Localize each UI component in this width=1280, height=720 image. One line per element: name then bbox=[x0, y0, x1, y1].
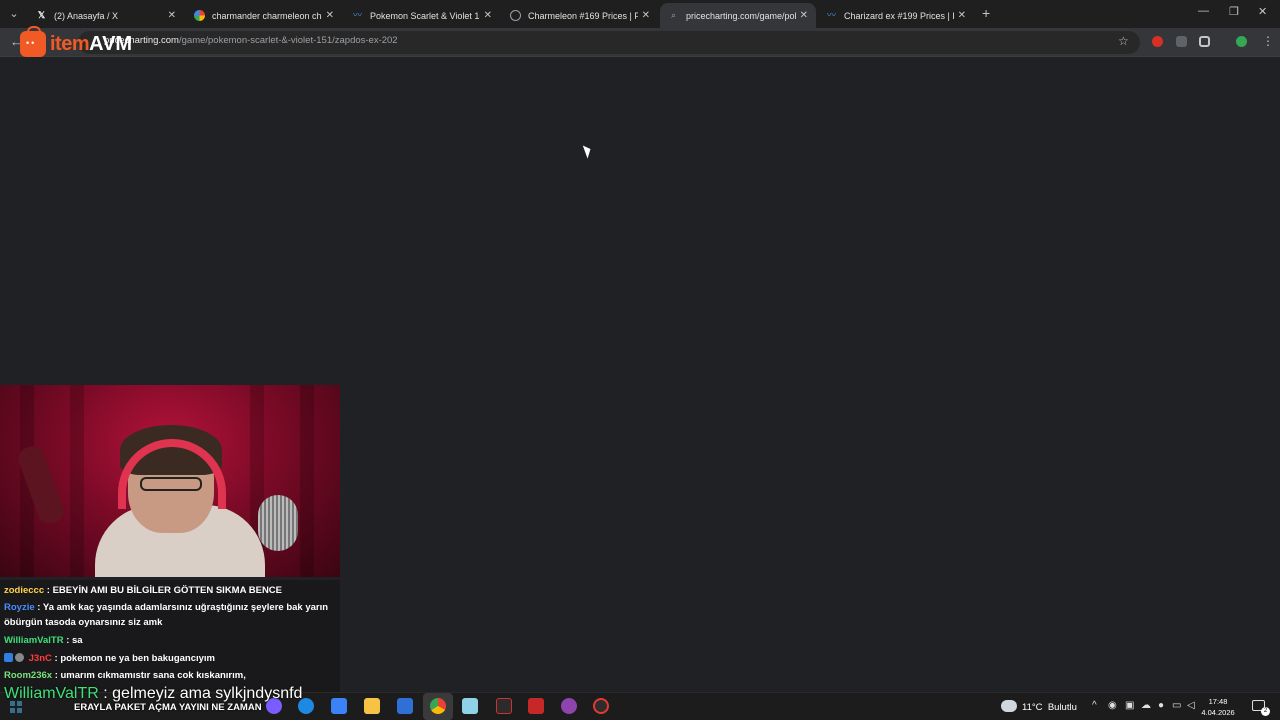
notification-count: 2 bbox=[1261, 707, 1270, 716]
chat-username: Royzie bbox=[4, 602, 35, 613]
weather-temp: 11°C bbox=[1022, 702, 1043, 713]
windows-start-icon[interactable] bbox=[10, 701, 22, 713]
network-icon[interactable]: ▭ bbox=[1172, 700, 1181, 711]
chat-text: : sa bbox=[63, 635, 83, 646]
chat-message: zodieccc : EBEYİN AMI BU BİLGİLER GÖTTEN… bbox=[4, 583, 336, 598]
chat-text: : pokemon ne ya ben bakugancıyım bbox=[51, 653, 216, 664]
cloud-icon bbox=[1001, 700, 1017, 712]
browser-tab-strip: ⌄ 𝕏 (2) Anasayfa / X ✕ charmander charme… bbox=[0, 0, 1280, 28]
google-icon bbox=[194, 10, 205, 21]
globe-icon bbox=[510, 10, 521, 21]
discord-icon[interactable] bbox=[561, 698, 577, 714]
chat-username: J3nC bbox=[28, 653, 52, 664]
chat-last-line: ERAYLA PAKET AÇMA YAYINI NE ZAMAN bbox=[74, 702, 262, 713]
tab-title: Charizard ex #199 Prices | Poke bbox=[844, 10, 954, 21]
pricecharting-icon: 〰 bbox=[352, 10, 362, 20]
chat-text: : umarım cıkmamıstır sana cok kıskanırım… bbox=[52, 670, 246, 681]
chat-message: Royzie : Ya amk kaç yaşında adamlarsınız… bbox=[4, 600, 336, 630]
chat-username: zodieccc bbox=[4, 585, 45, 596]
file-explorer-icon[interactable] bbox=[364, 698, 380, 714]
url-text[interactable]: pricecharting.com/game/pokemon-scarlet-&… bbox=[104, 35, 398, 46]
extension-red-icon[interactable] bbox=[1152, 36, 1163, 47]
page-icon: ⌕ bbox=[670, 10, 677, 20]
minimize-icon[interactable]: — bbox=[1198, 5, 1209, 17]
badge-gray-icon bbox=[15, 653, 24, 662]
close-icon[interactable]: ✕ bbox=[796, 10, 808, 21]
tab-active-pricecharting[interactable]: ⌕ pricecharting.com/game/poke ✕ bbox=[660, 3, 816, 28]
chat-message: Room236x : umarım cıkmamıstır sana cok k… bbox=[4, 668, 336, 683]
chat-message: WilliamValTR : sa bbox=[4, 633, 336, 648]
mail-icon[interactable] bbox=[397, 698, 413, 714]
profile-avatar-icon[interactable] bbox=[1236, 36, 1247, 47]
shopping-bag-icon bbox=[20, 26, 46, 57]
tab-charmeleon[interactable]: Charmeleon #169 Prices | Poke ✕ bbox=[502, 3, 658, 28]
tab-x[interactable]: 𝕏 (2) Anasayfa / X ✕ bbox=[28, 3, 184, 28]
clock-time: 17:48 bbox=[1208, 697, 1228, 706]
close-icon[interactable]: ✕ bbox=[638, 10, 650, 21]
chat-username: WilliamValTR bbox=[4, 635, 64, 646]
weather-condition: Bulutlu bbox=[1047, 702, 1077, 713]
tab-title: (2) Anasayfa / X bbox=[54, 10, 119, 21]
app-icon-video[interactable] bbox=[528, 698, 544, 714]
chat-username: Room236x bbox=[4, 670, 53, 681]
chrome-icon[interactable] bbox=[430, 698, 446, 714]
itemavm-logo: itemAVM bbox=[20, 26, 133, 60]
chevron-up-icon[interactable]: ^ bbox=[1092, 700, 1097, 711]
close-icon[interactable]: ✕ bbox=[164, 10, 176, 21]
app-icon-red[interactable] bbox=[496, 698, 512, 714]
chat-username: WilliamValTR bbox=[4, 685, 99, 702]
microphone-icon[interactable]: ● bbox=[1158, 700, 1164, 711]
tab-charizard[interactable]: 〰 Charizard ex #199 Prices | Poke ✕ bbox=[818, 3, 974, 28]
chat-text: : gelmeyiz ama sylkjndysnfd bbox=[98, 685, 303, 702]
menu-dots-icon[interactable]: ⋮ bbox=[1262, 34, 1274, 48]
close-icon[interactable]: ✕ bbox=[480, 10, 492, 21]
close-icon[interactable]: ✕ bbox=[954, 10, 966, 21]
extension-gray-icon[interactable] bbox=[1176, 36, 1187, 47]
tab-title: Pokemon Scarlet & Violet 151 ( bbox=[370, 10, 480, 21]
logo-text-item: item bbox=[50, 32, 90, 55]
steam-icon[interactable]: ◉ bbox=[1108, 700, 1117, 711]
tab-google[interactable]: charmander charmeleon chariz ✕ bbox=[186, 3, 342, 28]
logo-text-avm: AVM bbox=[89, 32, 133, 55]
tab-title: charmander charmeleon chariz bbox=[212, 10, 322, 21]
tab-search-chevron-down-icon[interactable]: ⌄ bbox=[5, 5, 23, 23]
x-logo-icon: 𝕏 bbox=[37, 10, 46, 20]
chat-message: J3nC : pokemon ne ya ben bakugancıyım bbox=[4, 651, 336, 666]
streamer-webcam bbox=[0, 385, 340, 577]
chat-message: WilliamValTR : gelmeyiz ama sylkjndysnfd bbox=[4, 685, 336, 702]
url-path: /game/pokemon-scarlet-&-violet-151/zapdo… bbox=[178, 35, 398, 46]
restore-icon[interactable]: ❐ bbox=[1229, 5, 1239, 18]
pricecharting-icon: 〰 bbox=[826, 10, 836, 20]
volume-icon[interactable]: ◁ bbox=[1187, 700, 1195, 711]
badge-blue-icon bbox=[4, 653, 13, 662]
weather-text[interactable]: 11°C Bulutlu bbox=[1022, 702, 1077, 713]
tray-cloud-icon[interactable]: ☁ bbox=[1141, 700, 1151, 711]
chat-text: : EBEYİN AMI BU BİLGİLER GÖTTEN SIKMA BE… bbox=[44, 585, 282, 596]
chat-text: : Ya amk kaç yaşında adamlarsınız uğraşt… bbox=[4, 602, 329, 628]
clock-date: 4.04.2026 bbox=[1201, 708, 1235, 717]
bookmark-star-icon[interactable]: ☆ bbox=[1118, 34, 1129, 48]
window-close-icon[interactable]: ✕ bbox=[1258, 5, 1267, 18]
obs-icon[interactable] bbox=[593, 698, 609, 714]
app-icon[interactable] bbox=[462, 698, 478, 714]
chat-overlay: zodieccc : EBEYİN AMI BU BİLGİLER GÖTTEN… bbox=[0, 580, 340, 692]
tab-pokemon-151[interactable]: 〰 Pokemon Scarlet & Violet 151 ( ✕ bbox=[344, 3, 500, 28]
tray-app-icon[interactable]: ▣ bbox=[1125, 700, 1134, 711]
close-icon[interactable]: ✕ bbox=[322, 10, 334, 21]
new-tab-plus-icon[interactable]: + bbox=[982, 5, 990, 21]
tab-title: pricecharting.com/game/poke bbox=[686, 10, 796, 21]
extensions-puzzle-icon[interactable] bbox=[1199, 36, 1210, 47]
microphone-image bbox=[258, 495, 298, 551]
taskbar-clock[interactable]: 17:48 4.04.2026 bbox=[1198, 696, 1238, 718]
tab-title: Charmeleon #169 Prices | Poke bbox=[528, 10, 638, 21]
